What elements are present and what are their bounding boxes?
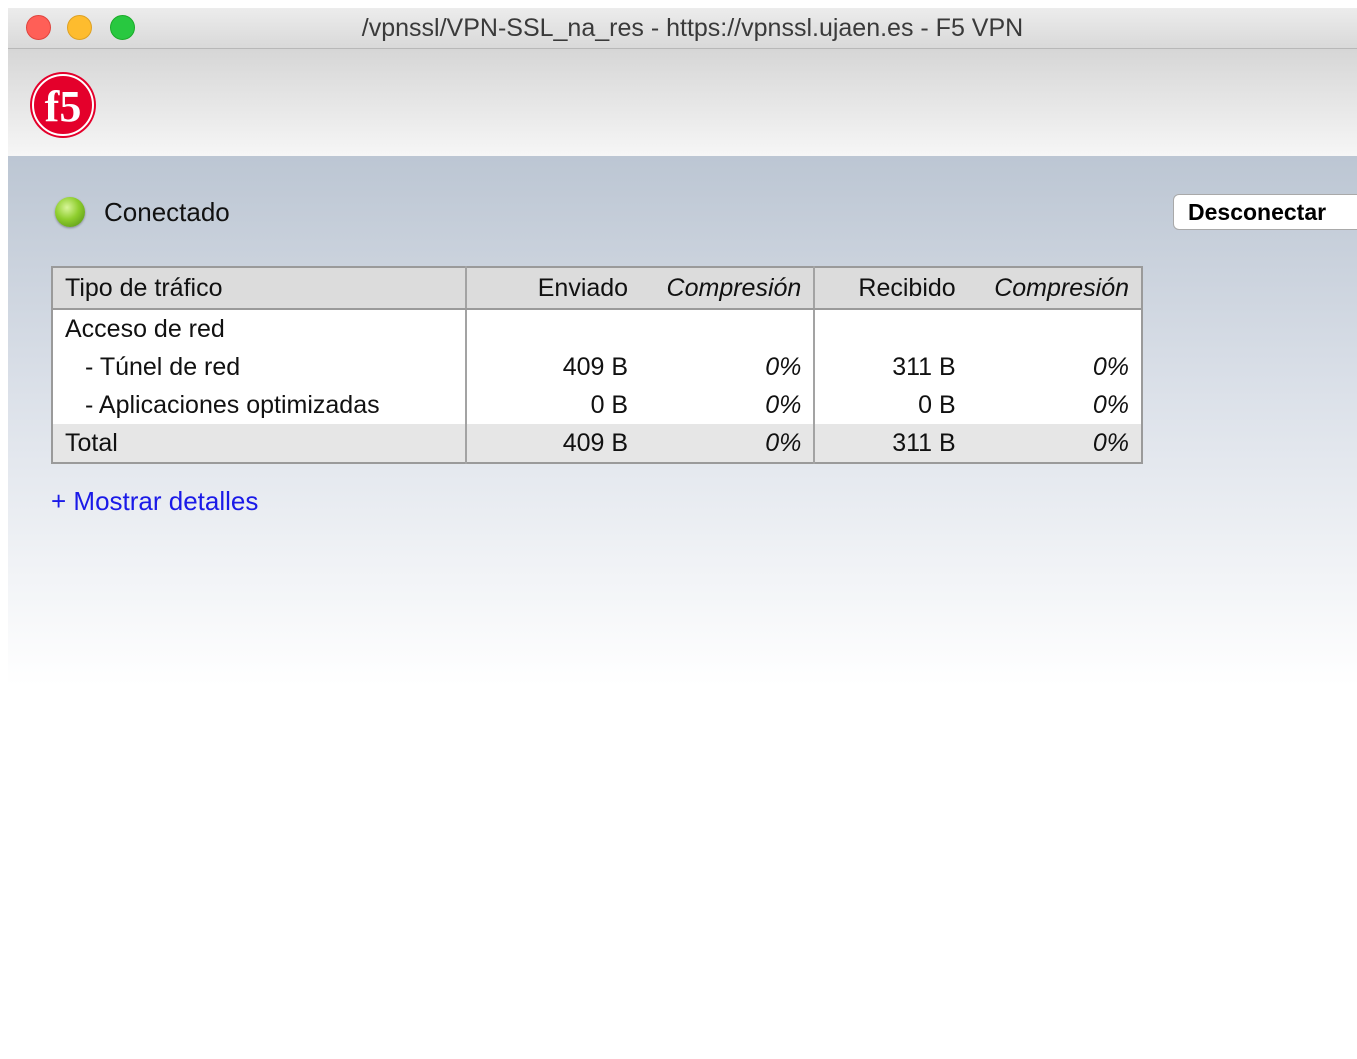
traffic-stats-table: Tipo de tráfico Enviado Compresión Recib… — [51, 266, 1143, 464]
total-received: 311 B — [813, 424, 968, 463]
show-details-link[interactable]: + Mostrar detalles — [51, 486, 258, 517]
row-received-compression: 0% — [1092, 352, 1129, 381]
row-sent: 0 B — [465, 386, 641, 424]
f5-logo-icon: f5 — [30, 72, 96, 138]
header-received-compression: Compresión — [967, 267, 1142, 310]
row-traffic-type: - Túnel de red — [85, 352, 241, 381]
window-title: /vpnssl/VPN-SSL_na_res - https://vpnssl.… — [361, 14, 1024, 42]
header-bar: f5 — [8, 49, 1357, 156]
logo-text: f5 — [45, 82, 82, 131]
row-received: 0 B — [813, 386, 968, 424]
row-traffic-type: Acceso de red — [65, 314, 225, 343]
table-total-row: Total 409 B 0% 311 B 0% — [52, 424, 1142, 463]
header-traffic-type: Tipo de tráfico — [52, 267, 467, 310]
title-bar[interactable]: /vpnssl/VPN-SSL_na_res - https://vpnssl.… — [8, 8, 1357, 49]
connected-status-icon — [55, 197, 85, 227]
row-sent-compression — [640, 309, 814, 348]
row-sent: 409 B — [465, 348, 641, 386]
main-content: Conectado Desconectar Tipo de tráfico En… — [8, 156, 1357, 1059]
row-received — [813, 309, 968, 348]
row-received-compression — [968, 309, 1142, 348]
total-received-compression: 0% — [967, 424, 1142, 463]
header-received: Recibido — [813, 267, 968, 310]
row-traffic-type: - Aplicaciones optimizadas — [85, 390, 380, 419]
total-sent: 409 B — [465, 424, 641, 463]
table-row: - Túnel de red 409 B 0% 311 B 0% — [52, 348, 1142, 386]
app-window: /vpnssl/VPN-SSL_na_res - https://vpnssl.… — [8, 8, 1357, 1059]
row-sent-compression: 0% — [765, 352, 802, 381]
header-sent: Enviado — [465, 267, 641, 310]
table-row: - Aplicaciones optimizadas 0 B 0% 0 B 0% — [52, 386, 1142, 424]
disconnect-button[interactable]: Desconectar — [1173, 194, 1357, 230]
row-sent — [465, 309, 641, 348]
row-received: 311 B — [813, 348, 968, 386]
row-received-compression: 0% — [1092, 390, 1129, 419]
connection-status-label: Conectado — [104, 197, 230, 227]
table-header-row: Tipo de tráfico Enviado Compresión Recib… — [52, 267, 1142, 310]
table-row: Acceso de red — [52, 309, 1142, 348]
total-label: Total — [52, 424, 467, 463]
row-sent-compression: 0% — [765, 390, 802, 419]
total-sent-compression: 0% — [640, 424, 815, 463]
header-sent-compression: Compresión — [640, 267, 815, 310]
